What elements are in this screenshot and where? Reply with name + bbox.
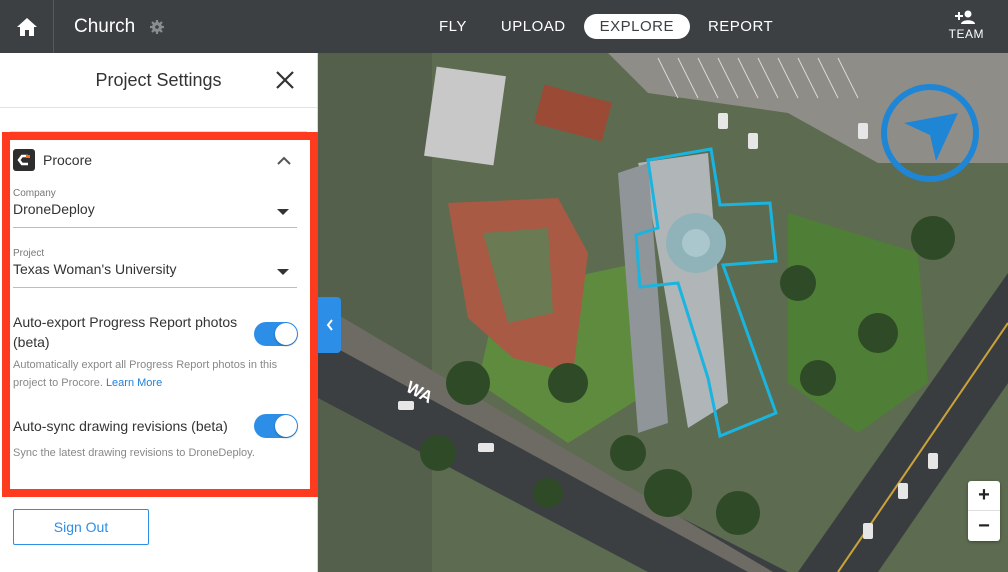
scrolled-previous-section (10, 108, 307, 132)
company-value: DroneDeploy (13, 201, 95, 217)
sign-out-button[interactable]: Sign Out (13, 509, 149, 545)
map-view[interactable]: WA + − (318, 53, 1008, 572)
team-button[interactable]: TEAM (949, 9, 984, 41)
auto-sync-help: Sync the latest drawing revisions to Dro… (13, 447, 255, 459)
main-nav: FLY UPLOAD EXPLORE REPORT (423, 14, 791, 39)
procore-label: Procore (43, 152, 93, 168)
collapse-panel-button[interactable] (318, 297, 341, 353)
procore-logo-icon (13, 149, 35, 171)
project-name[interactable]: Church (74, 16, 135, 38)
add-team-icon (955, 10, 976, 24)
home-button[interactable] (0, 0, 54, 53)
procore-section: Procore Company DroneDeploy Project Texa… (13, 140, 299, 462)
dropdown-caret-icon (277, 269, 289, 275)
chevron-left-icon (326, 319, 333, 331)
zoom-in-button[interactable]: + (968, 481, 1000, 511)
auto-export-label: Auto-export Progress Report photos (beta… (13, 314, 238, 350)
nav-fly[interactable]: FLY (423, 14, 483, 39)
home-icon (16, 17, 37, 36)
nav-upload[interactable]: UPLOAD (485, 14, 582, 39)
panel-header: Project Settings (0, 53, 317, 108)
auto-sync-setting: Auto-sync drawing revisions (beta) Sync … (13, 414, 299, 462)
project-settings-panel: Project Settings Procore Company DroneDe… (0, 53, 318, 572)
auto-sync-toggle[interactable] (254, 414, 298, 438)
learn-more-link[interactable]: Learn More (106, 377, 162, 389)
zoom-controls: + − (968, 481, 1000, 541)
nav-explore[interactable]: EXPLORE (583, 14, 690, 39)
close-icon[interactable] (275, 70, 295, 90)
panel-title: Project Settings (95, 69, 222, 90)
auto-sync-label: Auto-sync drawing revisions (beta) (13, 418, 228, 434)
procore-header[interactable]: Procore (13, 140, 299, 180)
company-select[interactable]: Company DroneDeploy (13, 188, 297, 228)
project-select[interactable]: Project Texas Woman's University (13, 248, 297, 288)
dropdown-caret-icon (277, 209, 289, 215)
auto-export-setting: Auto-export Progress Report photos (beta… (13, 312, 299, 392)
zoom-out-button[interactable]: − (968, 511, 1000, 541)
gear-icon[interactable] (149, 19, 165, 35)
chevron-up-icon[interactable] (277, 156, 291, 165)
nav-report[interactable]: REPORT (692, 14, 789, 39)
compass-icon[interactable] (880, 83, 980, 183)
team-label: TEAM (948, 27, 984, 41)
project-label: Project (13, 248, 45, 259)
project-value: Texas Woman's University (13, 261, 177, 277)
auto-export-help: Automatically export all Progress Report… (13, 359, 278, 389)
company-label: Company (13, 188, 56, 199)
top-bar: Church FLY UPLOAD EXPLORE REPORT TEAM (0, 0, 1008, 53)
auto-export-toggle[interactable] (254, 322, 298, 346)
